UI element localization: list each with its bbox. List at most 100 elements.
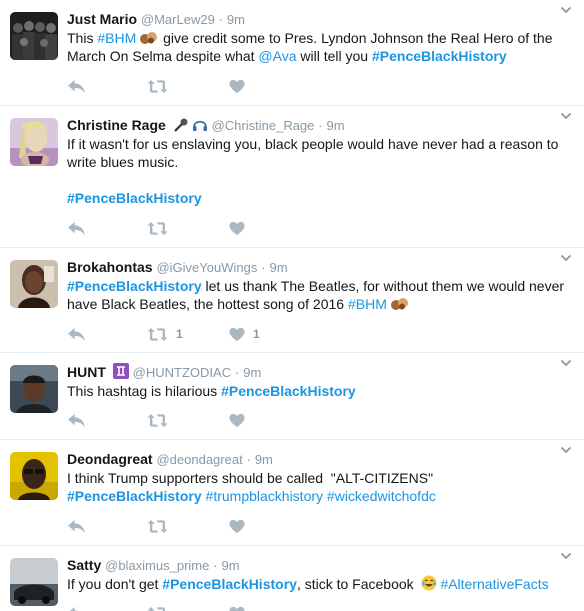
user-handle[interactable]: @iGiveYouWings xyxy=(156,260,257,275)
text-segment: I think Trump supporters should be calle… xyxy=(67,470,434,486)
hashtag-link[interactable]: #PenceBlackHistory xyxy=(67,278,202,294)
avatar[interactable] xyxy=(10,118,58,166)
user-fullname[interactable]: Just Mario xyxy=(67,11,137,27)
tweet-timestamp[interactable]: 9m xyxy=(221,558,239,573)
tweet-text: #PenceBlackHistory let us thank The Beat… xyxy=(67,277,577,313)
reply-icon xyxy=(67,413,86,428)
tweet[interactable]: Satty @blaximus_prime · 9m If you don't … xyxy=(0,546,584,611)
user-fullname[interactable]: Deondagreat xyxy=(67,451,153,467)
avatar[interactable] xyxy=(10,260,58,308)
hashtag-link[interactable]: #PenceBlackHistory xyxy=(162,576,297,592)
hashtag-link[interactable]: #BHM xyxy=(97,30,136,46)
hashtag-link[interactable]: #BHM xyxy=(348,296,387,312)
text-segment: If it wasn't for us enslaving you, black… xyxy=(67,136,563,170)
tweet-actions xyxy=(67,517,367,535)
reply-button[interactable] xyxy=(67,411,86,429)
like-button[interactable] xyxy=(229,604,253,611)
like-button[interactable] xyxy=(229,77,253,95)
reply-button[interactable] xyxy=(67,325,86,343)
like-button[interactable]: 1 xyxy=(229,325,260,343)
separator-dot: · xyxy=(246,452,251,467)
hashtag-link[interactable]: #PenceBlackHistory xyxy=(67,190,202,206)
tweet-timestamp[interactable]: 9m xyxy=(227,12,245,27)
avatar[interactable] xyxy=(10,558,58,606)
reply-button[interactable] xyxy=(67,517,86,535)
user-handle[interactable]: @HUNTZODIAC xyxy=(133,365,231,380)
tweet-text: This #BHM give credit some to Pres. Lynd… xyxy=(67,29,577,65)
hashtag-link[interactable]: #PenceBlackHistory xyxy=(221,383,356,399)
separator-dot: · xyxy=(318,118,323,133)
user-fullname[interactable]: Satty xyxy=(67,557,101,573)
tears-of-joy-emoji-icon xyxy=(421,575,437,591)
headphones-emoji-icon xyxy=(192,120,207,131)
reply-icon xyxy=(67,327,86,342)
like-button[interactable] xyxy=(229,517,253,535)
tweet[interactable]: Deondagreat @deondagreat · 9m I think Tr… xyxy=(0,440,584,546)
hashtag-link[interactable]: #PenceBlackHistory xyxy=(372,48,507,64)
retweet-icon xyxy=(147,327,168,342)
tweet-text-hashtag-line: #PenceBlackHistory #trumpblackhistory #w… xyxy=(67,487,577,505)
user-handle[interactable]: @deondagreat xyxy=(156,452,242,467)
tweet[interactable]: Christine Rage @Christine_Rage · 9m If i… xyxy=(0,106,584,248)
tweet-actions xyxy=(67,604,367,611)
gemini-sign-icon xyxy=(112,363,129,379)
retweet-button[interactable] xyxy=(147,219,176,237)
chevron-down-icon[interactable] xyxy=(560,4,572,16)
tweet-timestamp[interactable]: 9m xyxy=(243,365,261,380)
user-fullname[interactable]: Christine Rage xyxy=(67,117,166,133)
hashtag-link[interactable]: #trumpblackhistory xyxy=(206,488,324,504)
tweet-header: Brokahontas @iGiveYouWings · 9m xyxy=(67,257,288,277)
retweet-button[interactable] xyxy=(147,77,176,95)
tweet-timestamp[interactable]: 9m xyxy=(327,118,345,133)
user-fullname[interactable]: HUNT xyxy=(67,364,106,380)
reply-button[interactable] xyxy=(67,604,86,611)
retweet-icon xyxy=(147,79,168,94)
retweet-button[interactable] xyxy=(147,604,176,611)
tweet-text: This hashtag is hilarious #PenceBlackHis… xyxy=(67,382,577,400)
mention-link[interactable]: @Ava xyxy=(258,48,296,64)
tweet-actions xyxy=(67,77,367,95)
tweet-actions: 1 1 xyxy=(67,325,367,343)
tweet[interactable]: Brokahontas @iGiveYouWings · 9m #PenceBl… xyxy=(0,248,584,353)
chevron-down-icon[interactable] xyxy=(560,252,572,264)
chevron-down-icon[interactable] xyxy=(560,357,572,369)
user-handle[interactable]: @MarLew29 xyxy=(141,12,215,27)
raised-fist-emoji-icon xyxy=(390,297,410,311)
tweet[interactable]: Just Mario @MarLew29 · 9m This #BHM give… xyxy=(0,0,584,106)
avatar[interactable] xyxy=(10,365,58,413)
retweet-button[interactable] xyxy=(147,411,176,429)
separator-dot: · xyxy=(218,12,224,27)
reply-button[interactable] xyxy=(67,77,86,95)
chevron-down-icon[interactable] xyxy=(560,110,572,122)
tweet-timestamp[interactable]: 9m xyxy=(269,260,287,275)
reply-button[interactable] xyxy=(67,219,86,237)
like-button[interactable] xyxy=(229,219,253,237)
tweet-header: Satty @blaximus_prime · 9m xyxy=(67,555,240,575)
avatar[interactable] xyxy=(10,452,58,500)
reply-icon xyxy=(67,79,86,94)
separator-dot: · xyxy=(234,365,240,380)
retweet-button[interactable] xyxy=(147,517,176,535)
heart-icon xyxy=(229,221,245,236)
user-handle[interactable]: @blaximus_prime xyxy=(105,558,209,573)
tweet-text: I think Trump supporters should be calle… xyxy=(67,469,577,487)
retweet-button[interactable]: 1 xyxy=(147,325,183,343)
like-button[interactable] xyxy=(229,411,253,429)
tweet-header: Just Mario @MarLew29 · 9m xyxy=(67,9,245,29)
heart-icon xyxy=(229,79,245,94)
avatar[interactable] xyxy=(10,12,58,60)
user-fullname[interactable]: Brokahontas xyxy=(67,259,153,275)
hashtag-link[interactable]: #wickedwitchofdc xyxy=(327,488,436,504)
separator-dot: · xyxy=(213,558,218,573)
heart-icon xyxy=(229,519,245,534)
reply-icon xyxy=(67,606,86,611)
chevron-down-icon[interactable] xyxy=(560,550,572,562)
user-handle[interactable]: @Christine_Rage xyxy=(212,118,315,133)
heart-icon xyxy=(229,327,245,342)
hashtag-link[interactable]: #PenceBlackHistory xyxy=(67,488,202,504)
like-count: 1 xyxy=(253,327,260,341)
hashtag-link[interactable]: #AlternativeFacts xyxy=(440,576,548,592)
tweet[interactable]: HUNT @HUNTZODIAC · 9m This hashtag is hi… xyxy=(0,353,584,440)
tweet-timestamp[interactable]: 9m xyxy=(255,452,273,467)
chevron-down-icon[interactable] xyxy=(560,444,572,456)
